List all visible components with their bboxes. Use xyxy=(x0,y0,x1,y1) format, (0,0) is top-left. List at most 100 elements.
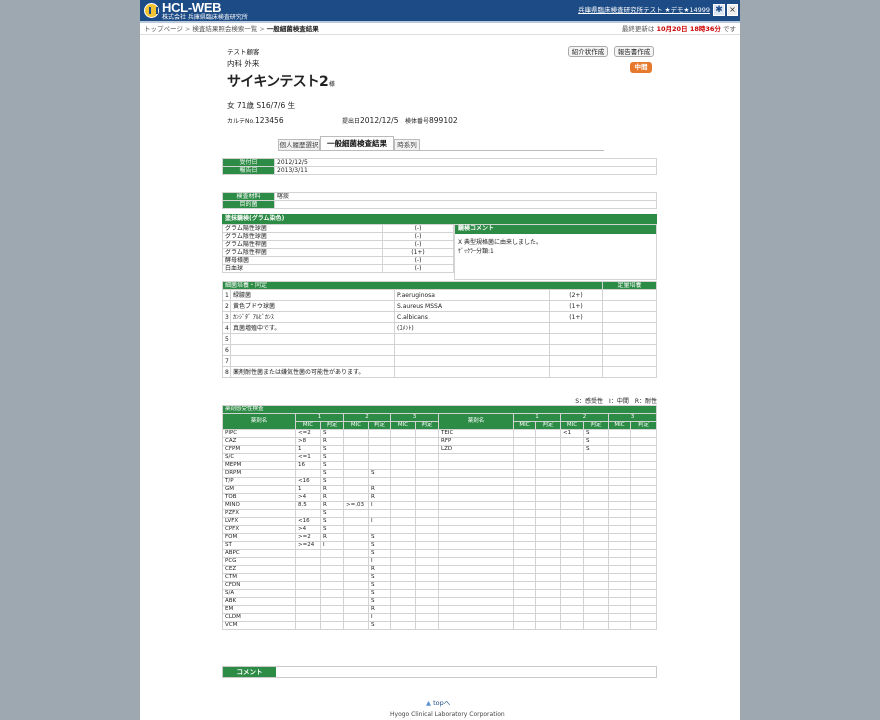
sensitivity-row: FOM >=2 R S xyxy=(222,533,657,542)
sens-value xyxy=(630,621,657,630)
sens-value xyxy=(630,541,657,550)
sens-value xyxy=(295,509,321,518)
sens-value xyxy=(513,485,536,494)
sens-value xyxy=(583,493,609,502)
sens-value xyxy=(560,453,584,462)
sens-value xyxy=(415,589,439,598)
sens-value xyxy=(583,477,609,486)
status-badge: 中間 xyxy=(630,62,652,73)
judge-header: 判定 xyxy=(630,421,657,430)
settings-icon[interactable]: ✱ xyxy=(713,4,725,16)
sens-value xyxy=(608,493,631,502)
sens-value xyxy=(535,541,561,550)
back-to-top-link[interactable]: ▲ topへ xyxy=(426,697,450,707)
sens-value xyxy=(513,525,536,534)
close-icon[interactable]: × xyxy=(727,4,738,16)
sens-value xyxy=(535,549,561,558)
report-create-button[interactable]: 報告書作成 xyxy=(614,46,654,57)
drug-name: PZFX xyxy=(222,509,296,518)
facility-name: テスト顧客 xyxy=(227,48,260,56)
drug-name: CTM xyxy=(222,573,296,582)
sens-value xyxy=(560,621,584,630)
sens-value xyxy=(368,461,391,470)
tab-bacteria-results[interactable]: 一般細菌検査結果 xyxy=(320,136,394,150)
sens-value xyxy=(415,437,439,446)
sens-value xyxy=(415,477,439,486)
sens-value xyxy=(415,541,439,550)
sens-value xyxy=(535,469,561,478)
organism-amount xyxy=(548,344,604,356)
sens-value xyxy=(608,573,631,582)
sens-value xyxy=(343,477,369,486)
drug-name: CLDM xyxy=(222,613,296,622)
culture-row: 7 xyxy=(222,355,657,367)
breadcrumb-search-list[interactable]: 検査結果照会検索一覧 xyxy=(192,25,257,33)
dates-table: 受付日 2012/12/5 報告日 2013/3/11 xyxy=(222,158,657,175)
sens-value xyxy=(583,621,609,630)
company-name: 株式会社 兵庫県臨床検査研究所 xyxy=(162,14,248,21)
sens-value xyxy=(368,445,391,454)
culture-no: 8 xyxy=(222,366,231,378)
sens-value xyxy=(513,461,536,470)
sens-value xyxy=(535,477,561,486)
sensitivity-row: CTM S xyxy=(222,573,657,582)
tab-history[interactable]: 個人履歴選択 xyxy=(278,139,320,150)
sens-value xyxy=(415,605,439,614)
organism-amount: (2+) xyxy=(548,289,604,301)
sens-value xyxy=(320,557,344,566)
sens-value xyxy=(295,469,321,478)
sens-value: <16 xyxy=(295,477,321,486)
sens-value xyxy=(608,525,631,534)
tab-divider xyxy=(278,150,604,151)
sens-value xyxy=(560,461,584,470)
gram-value: (-) xyxy=(382,240,454,249)
drug-name: EM xyxy=(222,605,296,614)
mic-header: MIC xyxy=(390,421,416,430)
intro-letter-button[interactable]: 紹介状作成 xyxy=(568,46,608,57)
organism-latin xyxy=(394,355,550,367)
sens-value xyxy=(583,597,609,606)
sens-value xyxy=(583,565,609,574)
sens-value: 1 xyxy=(295,445,321,454)
sens-value xyxy=(608,589,631,598)
sens-value xyxy=(535,517,561,526)
sens-value xyxy=(630,597,657,606)
gram-name: グラム陽性桿菌 xyxy=(222,240,383,249)
sens-value xyxy=(343,437,369,446)
gram-name: グラム陰性球菌 xyxy=(222,232,383,241)
sens-value xyxy=(390,621,416,630)
sens-value xyxy=(343,485,369,494)
sens-value xyxy=(560,597,584,606)
sens-value xyxy=(343,541,369,550)
sensitivity-row: ST >=24 I S xyxy=(222,541,657,550)
sens-value xyxy=(295,589,321,598)
sensitivity-row: CLDM I xyxy=(222,613,657,622)
sens-value xyxy=(560,525,584,534)
judge-header: 判定 xyxy=(535,421,561,430)
gram-name: グラム陽性球菌 xyxy=(222,224,383,233)
culture-no: 6 xyxy=(222,344,231,356)
sens-value xyxy=(390,493,416,502)
sens-value xyxy=(535,501,561,510)
sens-value: S xyxy=(368,581,391,590)
sens-value: R xyxy=(368,605,391,614)
sens-value xyxy=(295,597,321,606)
sens-value xyxy=(415,453,439,462)
sens-value xyxy=(630,549,657,558)
sens-value xyxy=(343,469,369,478)
user-link[interactable]: 兵庫県臨床検査研究所テスト ★デモ★14999 xyxy=(578,4,710,14)
sens-value xyxy=(343,429,369,438)
sens-value xyxy=(535,597,561,606)
drug-name xyxy=(438,525,514,534)
sens-value xyxy=(513,437,536,446)
tab-timeseries[interactable]: 時系列 xyxy=(394,139,420,150)
sensitivity-row: GM 1 R R xyxy=(222,485,657,494)
drug-name: TEIC xyxy=(438,429,514,438)
sens-value: R xyxy=(368,485,391,494)
sens-value xyxy=(560,613,584,622)
sens-value xyxy=(630,589,657,598)
sens-value xyxy=(630,461,657,470)
sens-value xyxy=(368,453,391,462)
breadcrumb-top[interactable]: トップページ xyxy=(144,25,183,33)
comment-label: コメント xyxy=(223,667,276,677)
